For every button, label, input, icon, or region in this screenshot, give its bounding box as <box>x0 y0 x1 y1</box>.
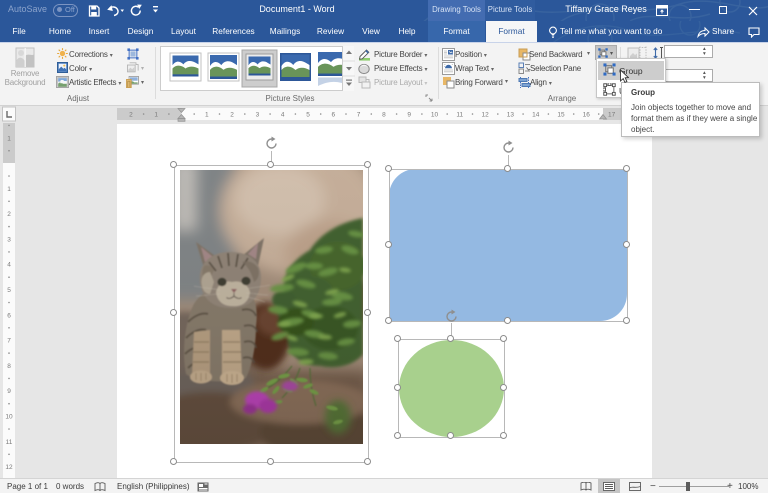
svg-text:7: 7 <box>357 112 361 119</box>
svg-text:17: 17 <box>608 112 616 119</box>
svg-text:14: 14 <box>532 112 540 119</box>
svg-text:12: 12 <box>5 464 13 471</box>
svg-text:2: 2 <box>129 112 133 119</box>
svg-text:3: 3 <box>7 236 11 243</box>
svg-text:11: 11 <box>456 112 463 119</box>
svg-text:13: 13 <box>507 112 515 119</box>
svg-text:2: 2 <box>7 211 11 218</box>
svg-text:1: 1 <box>154 112 158 119</box>
svg-text:9: 9 <box>407 112 411 119</box>
svg-text:7: 7 <box>7 338 11 345</box>
svg-text:5: 5 <box>7 287 11 294</box>
svg-text:10: 10 <box>5 414 13 421</box>
svg-text:9: 9 <box>7 388 11 395</box>
svg-text:2: 2 <box>230 112 234 119</box>
svg-text:8: 8 <box>382 112 386 119</box>
svg-text:4: 4 <box>7 262 11 269</box>
svg-text:1: 1 <box>205 112 209 119</box>
svg-text:11: 11 <box>6 439 13 446</box>
svg-text:16: 16 <box>583 112 591 119</box>
svg-text:6: 6 <box>7 312 11 319</box>
svg-text:10: 10 <box>431 112 439 119</box>
svg-text:1: 1 <box>7 136 11 143</box>
svg-text:15: 15 <box>557 112 565 119</box>
svg-text:4: 4 <box>281 112 285 119</box>
svg-text:8: 8 <box>7 363 11 370</box>
svg-text:1: 1 <box>7 186 11 193</box>
svg-text:6: 6 <box>331 112 335 119</box>
svg-text:3: 3 <box>256 112 260 119</box>
svg-text:5: 5 <box>306 112 310 119</box>
svg-text:12: 12 <box>481 112 489 119</box>
